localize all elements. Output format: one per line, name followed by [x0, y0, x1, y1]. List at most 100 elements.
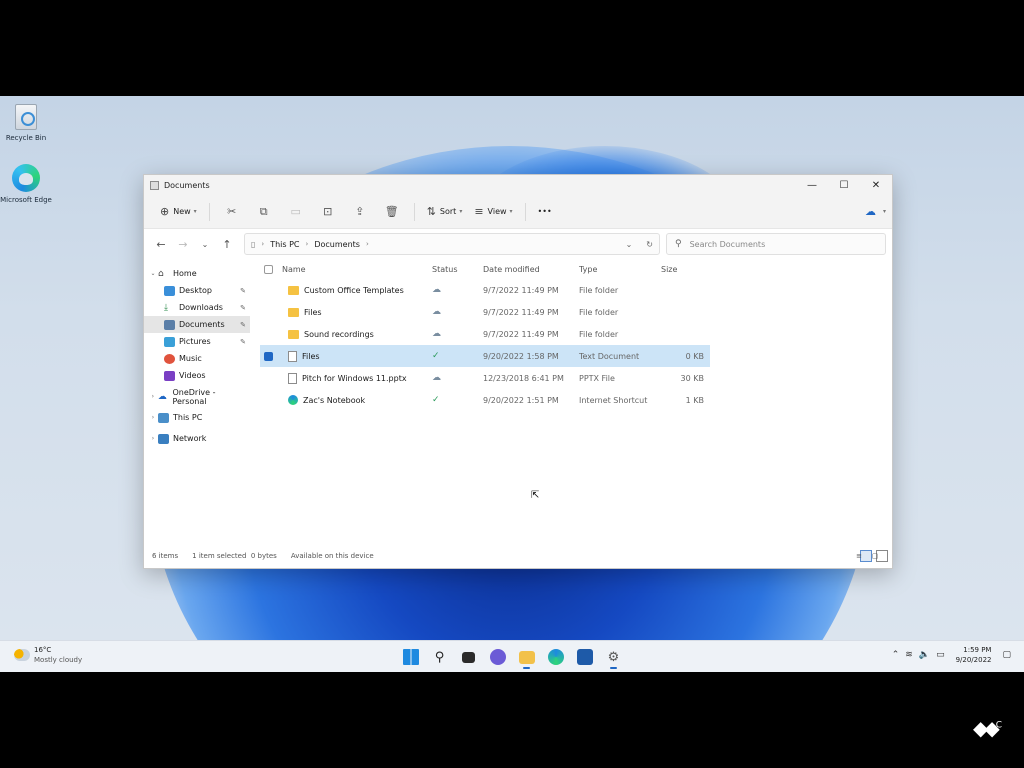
checkbox-checked[interactable] — [263, 351, 273, 361]
breadcrumb-documents[interactable]: Documents — [314, 240, 360, 249]
nav-item-network[interactable]: › Network — [144, 430, 250, 447]
nav-item-this-pc[interactable]: › This PC — [144, 409, 250, 426]
copy-button[interactable]: ⧉ — [248, 201, 280, 223]
nav-item-music[interactable]: Music — [144, 350, 250, 367]
details-view-button[interactable]: ≡ — [856, 550, 872, 562]
settings-button[interactable]: ⚙ — [599, 645, 628, 669]
file-row[interactable]: Pitch for Windows 11.pptx ☁ 12/23/2018 6… — [260, 367, 710, 389]
up-button[interactable]: ↑ — [216, 233, 238, 255]
edge-icon — [12, 164, 40, 192]
nav-label: Music — [179, 354, 202, 363]
file-type: File folder — [579, 285, 619, 295]
back-button[interactable]: ← — [150, 233, 172, 255]
pin-icon: ✎ — [240, 303, 246, 312]
close-button[interactable]: ✕ — [860, 175, 892, 195]
nav-label: Videos — [179, 371, 206, 380]
file-row[interactable]: Custom Office Templates ☁ 9/7/2022 11:49… — [260, 279, 710, 301]
nav-item-home[interactable]: ⌄ ⌂ Home — [144, 265, 250, 282]
desktop-icon-recycle-bin[interactable]: Recycle Bin — [0, 104, 52, 143]
file-row[interactable]: Sound recordings ☁ 9/7/2022 11:49 PM Fil… — [260, 323, 710, 345]
chevron-down-icon: ▾ — [459, 208, 463, 215]
paste-button[interactable]: ▭ — [280, 201, 312, 223]
edge-button[interactable] — [541, 645, 570, 669]
wifi-icon[interactable]: ≋ — [905, 650, 913, 660]
system-tray: ⌃ ≋ 🔈 ▭ 1:59 PM 9/20/2022 ▢ — [889, 645, 1014, 665]
share-button[interactable]: ⇪ — [344, 201, 376, 223]
clock[interactable]: 1:59 PM 9/20/2022 — [956, 645, 992, 665]
column-header-size[interactable]: Size — [659, 265, 704, 274]
more-options-button[interactable]: ••• — [532, 201, 558, 223]
search-box[interactable]: ⚲ Search Documents — [666, 233, 886, 255]
arrow-right-icon: → — [178, 237, 188, 251]
search-button[interactable]: ⚲ — [425, 645, 454, 669]
windows-logo-icon — [402, 649, 419, 665]
copy-icon: ⧉ — [259, 204, 268, 218]
delete-button[interactable]: 🗑 — [376, 201, 408, 223]
file-name: Custom Office Templates — [304, 285, 404, 295]
chat-button[interactable] — [483, 645, 512, 669]
forward-button[interactable]: → — [172, 233, 194, 255]
title-bar[interactable]: Documents — ☐ ✕ — [144, 175, 892, 195]
network-icon — [158, 433, 169, 444]
nav-item-desktop[interactable]: Desktop ✎ — [144, 282, 250, 299]
chevron-down-icon[interactable]: ⌄ — [626, 240, 633, 249]
nav-item-videos[interactable]: Videos — [144, 367, 250, 384]
onedrive-cloud-icon: ☁ — [864, 205, 876, 218]
tiles-view-icon: ▢ — [871, 552, 879, 560]
new-button[interactable]: ⊕ New ▾ — [154, 201, 203, 223]
nav-label: Downloads — [179, 303, 223, 312]
folder-icon — [288, 285, 299, 295]
weather-widget[interactable]: 16°C Mostly cloudy — [14, 645, 82, 665]
file-explorer-button[interactable] — [512, 645, 541, 669]
column-header-name[interactable]: Name — [276, 265, 430, 274]
desktop-icon-edge[interactable]: Microsoft Edge — [0, 164, 52, 205]
file-row[interactable]: Zac's Notebook ✓ 9/20/2022 1:51 PM Inter… — [260, 389, 710, 411]
address-bar[interactable]: ▯ › This PC › Documents › ⌄ ↻ — [244, 233, 660, 255]
select-all-checkbox[interactable] — [260, 264, 276, 274]
minimize-button[interactable]: — — [796, 175, 828, 195]
breadcrumb-this-pc[interactable]: This PC — [270, 240, 299, 249]
maximize-button[interactable]: ☐ — [828, 175, 860, 195]
column-header-type[interactable]: Type — [579, 265, 659, 274]
file-size: 0 KB — [685, 351, 704, 361]
tiles-view-button[interactable]: ▢ — [872, 550, 888, 562]
pin-icon: ✎ — [240, 337, 246, 346]
taskbar-apps: ⚲ ⚙ — [396, 645, 628, 669]
store-button[interactable] — [570, 645, 599, 669]
column-header-status[interactable]: Status — [430, 265, 483, 274]
sort-button[interactable]: ⇅ Sort ▾ — [421, 201, 469, 223]
checkbox[interactable] — [263, 264, 273, 274]
search-icon: ⚲ — [434, 649, 445, 665]
search-icon: ⚲ — [675, 239, 682, 249]
file-row-selected[interactable]: Files ✓ 9/20/2022 1:58 PM Text Document … — [260, 345, 710, 367]
nav-label: Documents — [179, 320, 225, 329]
nav-item-documents[interactable]: Documents ✎ — [144, 316, 250, 333]
nav-label: This PC — [173, 413, 203, 422]
onedrive-button[interactable]: ☁ ▾ — [859, 201, 892, 223]
pc-icon — [158, 412, 169, 423]
recent-locations-button[interactable]: ⌄ — [194, 233, 216, 255]
chevron-up-icon[interactable]: ⌃ — [892, 650, 900, 660]
store-icon — [576, 649, 593, 665]
screen: Recycle Bin Microsoft Edge Documents — ☐… — [0, 0, 1024, 768]
view-button[interactable]: ≡ View ▾ — [468, 201, 518, 223]
refresh-icon[interactable]: ↻ — [646, 240, 653, 249]
task-view-button[interactable] — [454, 645, 483, 669]
cut-button[interactable]: ✂ — [216, 201, 248, 223]
volume-icon[interactable]: 🔈 — [919, 650, 930, 660]
rename-button[interactable]: ⊡ — [312, 201, 344, 223]
chevron-down-icon: ⌄ — [150, 270, 156, 277]
column-header-date[interactable]: Date modified — [483, 265, 579, 274]
nav-item-downloads[interactable]: ⤓ Downloads ✎ — [144, 299, 250, 316]
notification-icon[interactable]: ▢ — [1002, 650, 1011, 660]
file-type: File folder — [579, 307, 619, 317]
file-row[interactable]: Files ☁ 9/7/2022 11:49 PM File folder — [260, 301, 710, 323]
nav-item-onedrive[interactable]: › ☁ OneDrive - Personal — [144, 388, 250, 406]
nav-item-pictures[interactable]: Pictures ✎ — [144, 333, 250, 350]
view-list-icon: ≡ — [474, 205, 484, 218]
file-explorer-icon — [518, 650, 535, 664]
cloud-status-icon: ☁ — [432, 285, 441, 295]
start-button[interactable] — [396, 645, 425, 669]
battery-icon[interactable]: ▭ — [936, 650, 945, 660]
videos-icon — [164, 370, 175, 381]
